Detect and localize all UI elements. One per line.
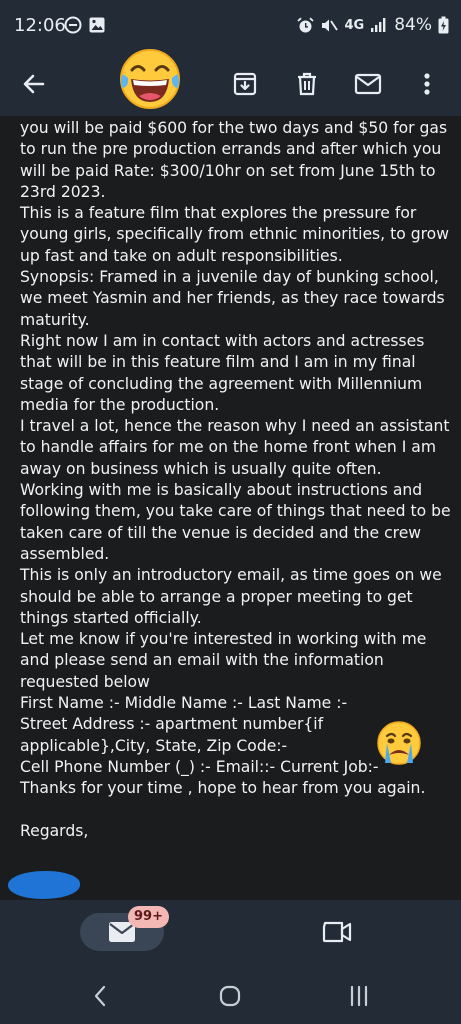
do-not-disturb-icon: [64, 16, 82, 34]
message-paragraph: Working with me is basically about instr…: [20, 481, 456, 563]
message-paragraph: Right now I am in contact with actors an…: [20, 331, 430, 414]
nav-home-icon: [219, 985, 241, 1007]
delete-icon: [298, 72, 316, 96]
archive-icon: [233, 72, 257, 96]
bottom-tab-bar: 99+: [0, 900, 461, 966]
message-paragraph: This is a feature film that explores the…: [20, 204, 454, 265]
back-arrow-icon: [23, 74, 45, 94]
message-paragraph: I travel a lot, hence the reason why I n…: [20, 417, 455, 478]
nav-back-icon: [94, 985, 106, 1007]
meet-tab[interactable]: [320, 917, 356, 947]
message-paragraph: Let me know if you're interested in work…: [20, 630, 432, 691]
nav-recents-button[interactable]: [339, 978, 379, 1014]
regards-line: Regards,: [20, 821, 89, 840]
nav-home-button[interactable]: [210, 978, 250, 1014]
nav-back-button[interactable]: [80, 978, 120, 1014]
signal-icon: [371, 18, 386, 32]
message-paragraph: Thanks for your time , hope to hear from…: [20, 779, 426, 798]
message-paragraph: you will be paid $600 for the two days a…: [20, 119, 453, 201]
message-paragraph: First Name :- Middle Name :- Last Name :…: [20, 694, 348, 713]
mail-unread-badge: 99+: [128, 906, 169, 928]
status-left-icons: [64, 16, 106, 34]
message-paragraph: This is only an introductory email, as t…: [20, 566, 447, 627]
system-nav-bar: [0, 966, 461, 1024]
message-body: you will be paid $600 for the two days a…: [0, 116, 461, 900]
crying-emoji-icon: [377, 721, 421, 765]
status-right: 4G 84%: [297, 15, 449, 35]
battery-percent: 84%: [394, 15, 432, 35]
more-vert-icon: [424, 73, 430, 95]
mute-icon: [322, 19, 339, 31]
mark-unread-button[interactable]: [346, 62, 390, 106]
message-paragraph: Synopsis: Framed in a juvenile day of bu…: [20, 268, 450, 329]
mail-unread-icon: [354, 73, 382, 95]
archive-button[interactable]: [223, 62, 267, 106]
delete-button[interactable]: [285, 62, 329, 106]
redacted-signature: [8, 871, 80, 899]
more-options-button[interactable]: [405, 62, 449, 106]
laughing-tears-emoji-icon: [120, 49, 180, 109]
gallery-icon: [89, 17, 105, 33]
network-type: 4G: [344, 17, 365, 33]
status-time: 12:06: [14, 15, 66, 36]
back-button[interactable]: [12, 62, 56, 106]
battery-charging-icon: [438, 16, 449, 34]
nav-recents-icon: [350, 985, 368, 1007]
video-camera-icon: [322, 921, 352, 943]
status-bar: 12:06 4G 84%: [0, 0, 461, 52]
top-toolbar: [0, 52, 461, 116]
alarm-icon: [297, 17, 315, 32]
